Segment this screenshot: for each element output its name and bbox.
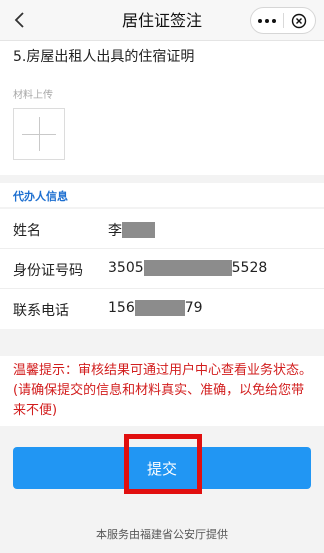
- agent-phone-value: 156 79: [108, 300, 203, 316]
- agent-phone-suffix: 79: [184, 300, 203, 316]
- agent-id-label: 身份证号码: [13, 263, 83, 279]
- agent-id-suffix: 5528: [231, 260, 268, 276]
- submit-button[interactable]: 提交: [13, 447, 311, 489]
- agent-phone-label: 联系电话: [13, 303, 69, 319]
- more-dots-icon: [257, 18, 276, 23]
- document-upload-section: 5.房屋出租人出具的住宿证明 材料上传: [0, 41, 324, 175]
- submit-label: 提交: [146, 459, 177, 478]
- agent-phone-prefix: 156: [108, 300, 135, 316]
- agent-name-label: 姓名: [13, 223, 41, 239]
- agent-name-prefix: 李: [108, 223, 122, 239]
- agent-id-row: 身份证号码 3505 5528: [0, 249, 324, 289]
- agent-phone-row: 联系电话 156 79: [0, 289, 324, 329]
- footer-text: 本服务由福建省公安厅提供: [96, 528, 228, 541]
- redaction-block: [143, 260, 232, 276]
- back-button[interactable]: [4, 4, 36, 36]
- redaction-block: [134, 300, 185, 316]
- notice-box: 温馨提示：审核结果可通过用户中心查看业务状态。(请确保提交的信息和材料真实、准确…: [0, 356, 324, 426]
- notice-text: 温馨提示：审核结果可通过用户中心查看业务状态。(请确保提交的信息和材料真实、准确…: [13, 363, 313, 418]
- close-circle-icon: [292, 13, 307, 28]
- agent-section-header: 代办人信息: [0, 183, 324, 207]
- upload-button[interactable]: [13, 108, 65, 160]
- more-button[interactable]: [251, 8, 283, 33]
- nav-bar: 居住证签注: [0, 0, 324, 41]
- upload-label: 材料上传: [13, 90, 53, 101]
- agent-name-row: 姓名 李: [0, 209, 324, 249]
- agent-id-value: 3505 5528: [108, 260, 267, 276]
- agent-info-list: 姓名 李 身份证号码 3505 5528 联系电话 156 79: [0, 209, 324, 329]
- mini-program-capsule: [250, 7, 316, 34]
- chevron-left-icon: [14, 12, 24, 28]
- agent-id-prefix: 3505: [108, 260, 144, 276]
- document-title: 5.房屋出租人出具的住宿证明: [13, 49, 195, 65]
- agent-section-title: 代办人信息: [13, 190, 68, 203]
- redaction-block: [122, 222, 155, 238]
- close-button[interactable]: [284, 8, 316, 33]
- agent-name-value: 李: [108, 220, 155, 240]
